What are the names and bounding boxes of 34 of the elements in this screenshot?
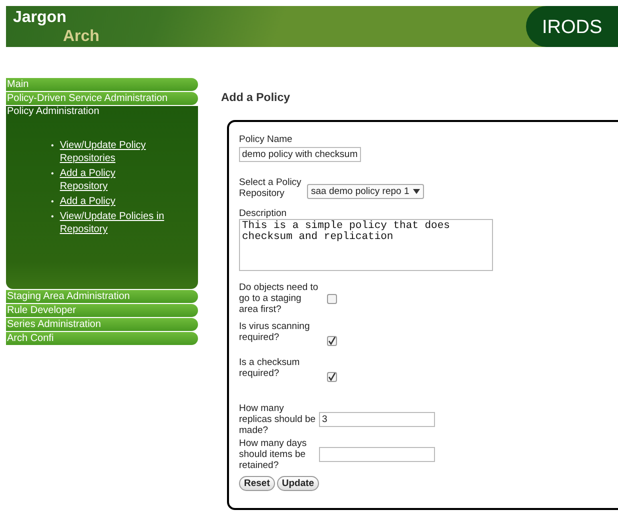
field-label: Policy Name (239, 134, 294, 145)
bullet-mark: • (51, 168, 54, 180)
nav-link[interactable]: Add a Policy Repository (60, 167, 165, 193)
form-button[interactable]: Update (276, 476, 320, 491)
irods-badge: IRODS (526, 6, 618, 47)
checkbox[interactable] (327, 372, 337, 382)
nav-link[interactable]: Add a Policy (60, 195, 165, 208)
page-title: Add a Policy (221, 92, 292, 104)
field-label: Do objects need to go to a staging area first? (239, 282, 319, 315)
bullet-mark: • (51, 140, 54, 152)
check-icon (328, 337, 336, 345)
bullet-mark: • (51, 196, 54, 208)
input-field[interactable] (319, 447, 435, 462)
caret-icon (413, 189, 420, 194)
form-button[interactable]: Reset (239, 476, 275, 491)
text-area[interactable]: This is a simple policy that does checksum and replication (239, 219, 493, 271)
checkbox[interactable] (327, 294, 337, 304)
field-label: How many replicas should be made? (239, 403, 317, 436)
logo-text: Jargon (13, 8, 68, 27)
field-label: Description (239, 208, 288, 219)
check-icon (328, 373, 336, 381)
nav-link[interactable]: View/Update Policy Repositories (60, 139, 165, 165)
bullet-mark: • (51, 211, 54, 223)
field-label: Select a Policy Repository (239, 176, 302, 198)
select-dropdown[interactable]: saa demo policy repo 1 (307, 184, 424, 199)
input-field[interactable]: demo policy with checksum (239, 147, 361, 162)
input-field[interactable]: 3 (319, 412, 435, 427)
checkbox[interactable] (327, 336, 337, 346)
field-label: Is a checksum required? (239, 357, 301, 379)
field-label: How many days should items be retained? (239, 438, 308, 471)
nav-link[interactable]: View/Update Policies in Repository (60, 210, 165, 236)
field-label: Is virus scanning required? (239, 321, 311, 343)
nav-item[interactable]: Policy Administration (7, 106, 198, 117)
logo-subtitle: Arch (62, 27, 100, 46)
